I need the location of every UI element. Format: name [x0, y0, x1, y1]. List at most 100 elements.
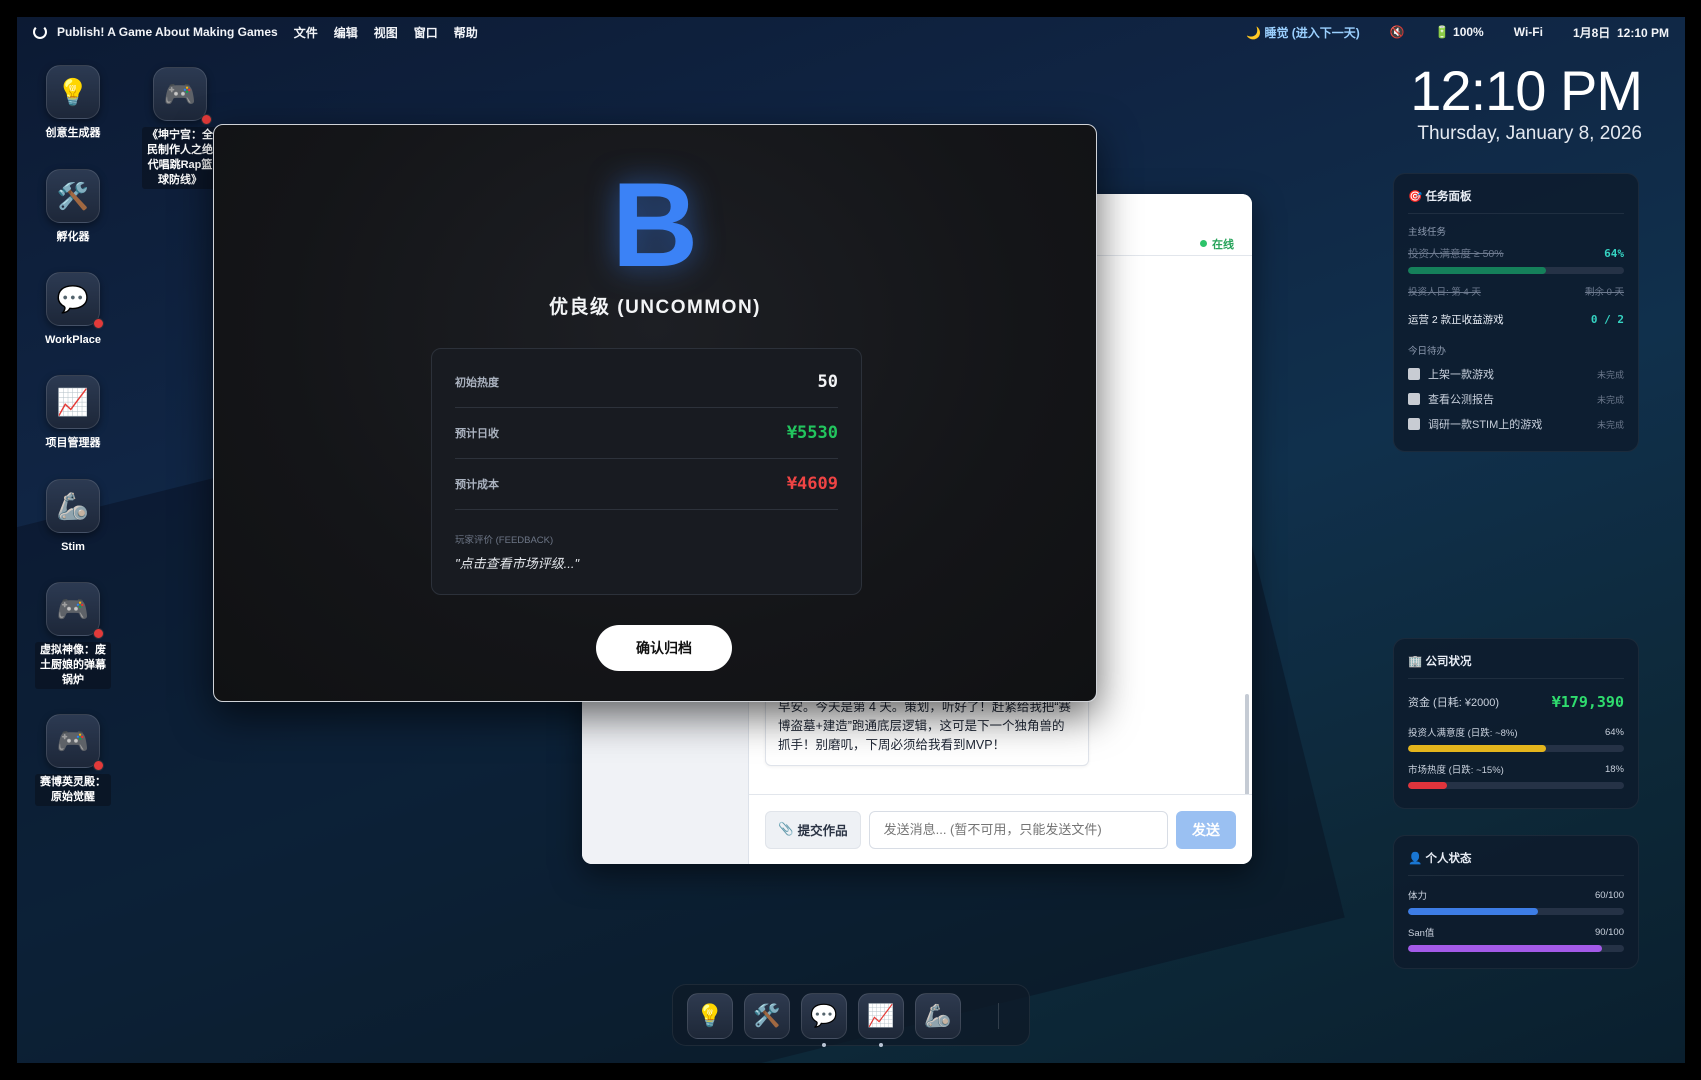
san-row: San值 90/100 — [1408, 926, 1624, 940]
todo-item[interactable]: 调研一款STIM上的游戏 未完成 — [1408, 416, 1624, 432]
menubar-date: 1月8日 12:10 PM — [1572, 25, 1669, 40]
gamepad-icon: 🎮 — [46, 714, 104, 771]
daily-revenue-row: 预计日收 ¥5530 — [455, 408, 838, 459]
desktop-icon-label: 创意生成器 — [45, 127, 101, 139]
running-indicator — [879, 1043, 883, 1047]
initial-heat-row: 初始热度 50 — [455, 357, 838, 408]
desktop-icon-game-3[interactable]: 🎮 《坤宁宫：全民制作人之绝代唱跳Rap篮球防线》 — [142, 67, 218, 189]
gamepad-icon: 🎮 — [46, 582, 104, 639]
desktop-icon-incubator[interactable]: 🛠️ 孵化器 — [35, 169, 111, 246]
clock-time: 12:10 PM — [1410, 59, 1643, 122]
dock-chart-icon[interactable]: 📈 — [858, 993, 904, 1039]
desktop-icon-label: 赛博英灵殿：原始觉醒 — [35, 774, 111, 806]
menubar: Publish! A Game About Making Games 文件 编辑… — [17, 17, 1685, 47]
company-status-widget: 🏢 公司状况 资金 (日耗: ¥2000) ¥179,390 投资人满意度 (日… — [1393, 638, 1639, 809]
grade-letter: B — [611, 158, 699, 292]
notification-badge — [201, 114, 212, 125]
market-heat-bar — [1408, 782, 1624, 789]
dock-separator — [998, 1003, 999, 1029]
menu-help[interactable]: 帮助 — [454, 24, 478, 41]
send-button[interactable]: 发送 — [1176, 810, 1236, 849]
chat-bubble-icon: 💬 — [46, 272, 104, 329]
desktop-icon-label: 孵化器 — [56, 231, 90, 243]
dock-tools-icon[interactable]: 🛠️ — [744, 993, 790, 1039]
desktop-icon-label: 《坤宁宫：全民制作人之绝代唱跳Rap篮球防线》 — [142, 127, 218, 189]
todo-checkbox[interactable] — [1408, 368, 1420, 380]
stamina-row: 体力 60/100 — [1408, 889, 1624, 903]
task-progress-bar — [1408, 267, 1624, 274]
desktop-icon-label: WorkPlace — [44, 334, 102, 346]
paperclip-icon: 📎 — [778, 822, 794, 836]
desktop-icon-label: 项目管理器 — [45, 437, 101, 449]
menubar-app-name[interactable]: Publish! A Game About Making Games — [57, 25, 278, 39]
desktop: Publish! A Game About Making Games 文件 编辑… — [17, 17, 1685, 1063]
stats-card: 初始热度 50 预计日收 ¥5530 预计成本 ¥4609 玩家评价 (FEED… — [431, 348, 862, 595]
mechanical-arm-icon: 🦾 — [46, 479, 100, 533]
dock: 💡 🛠️ 💬 📈 🦾 — [672, 984, 1030, 1047]
desktop-clock: 12:10 PM Thursday, January 8, 2026 — [1410, 59, 1643, 145]
submit-work-label: 提交作品 — [797, 824, 848, 838]
desktop-icon-game-1[interactable]: 🎮 虚拟神像：废土厨娘的弹幕锅炉 — [35, 582, 111, 689]
confirm-archive-button[interactable]: 确认归档 — [596, 625, 732, 671]
clock-date: Thursday, January 8, 2026 — [1417, 123, 1642, 144]
market-heat-row: 市场热度 (日跌: ~15%) 18% — [1408, 763, 1624, 777]
san-bar — [1408, 945, 1624, 952]
task-panel-widget: 🎯 任务面板 主线任务 投资人满意度 ≥ 50% 64% 投资人日: 第 4 天… — [1393, 173, 1639, 452]
feedback-link[interactable]: "点击查看市场评级..." — [455, 553, 838, 572]
task-profitable-games: 运营 2 款正收益游戏 0 / 2 — [1408, 313, 1624, 326]
desktop-icon-stim[interactable]: 🦾 Stim — [35, 479, 111, 556]
widget-title: 🏢 公司状况 — [1408, 653, 1624, 679]
estimated-cost-row: 预计成本 ¥4609 — [455, 459, 838, 510]
submit-work-button[interactable]: 📎 提交作品 — [765, 810, 861, 849]
menu-edit[interactable]: 编辑 — [334, 24, 358, 41]
desktop-icon-label: Stim — [61, 541, 85, 553]
desktop-icon-idea-generator[interactable]: 💡 创意生成器 — [35, 65, 111, 142]
funds-row: 资金 (日耗: ¥2000) ¥179,390 — [1408, 693, 1624, 711]
notification-badge — [93, 628, 104, 639]
menubar-status: 🌙 睡觉 (进入下一天) 🔇 🔋 100% Wi-Fi 1月8日 12:10 P… — [1216, 24, 1669, 41]
running-indicator — [822, 1043, 826, 1047]
sleep-next-day-button[interactable]: 🌙 睡觉 (进入下一天) — [1246, 24, 1360, 41]
desktop-icon-project-manager[interactable]: 📈 项目管理器 — [35, 375, 111, 452]
dock-chat-icon[interactable]: 💬 — [801, 993, 847, 1039]
menu-window[interactable]: 窗口 — [414, 24, 438, 41]
release-result-modal: B 优良级 (UNCOMMON) 初始热度 50 预计日收 ¥5530 预计成本… — [213, 124, 1097, 702]
rarity-label: 优良级 (UNCOMMON) — [548, 297, 762, 318]
task-investor-satisfaction: 投资人满意度 ≥ 50% 64% — [1408, 247, 1624, 260]
main-task-label: 主线任务 — [1408, 227, 1447, 238]
lightbulb-icon: 💡 — [46, 65, 100, 119]
dock-lightbulb-icon[interactable]: 💡 — [687, 993, 733, 1039]
todo-checkbox[interactable] — [1408, 393, 1420, 405]
app-logo-icon[interactable] — [33, 25, 47, 39]
task-investor-day: 投资人日: 第 4 天 剩余 0 天 — [1408, 287, 1624, 298]
chat-composer: 📎 提交作品 发送 — [749, 794, 1252, 864]
tools-icon: 🛠️ — [46, 169, 100, 223]
gamepad-icon: 🎮 — [153, 67, 212, 125]
todo-item[interactable]: 上架一款游戏 未完成 — [1408, 366, 1624, 382]
investor-satisfaction-row: 投资人满意度 (日跌: ~8%) 64% — [1408, 726, 1624, 740]
notification-badge — [93, 760, 104, 771]
online-status: 在线 — [1200, 236, 1234, 252]
desktop-icon-workplace[interactable]: 💬 WorkPlace — [35, 272, 111, 349]
battery-status: 🔋 100% — [1434, 25, 1484, 39]
feedback-label: 玩家评价 (FEEDBACK) — [455, 535, 554, 546]
investor-satisfaction-bar — [1408, 745, 1624, 752]
mute-icon[interactable]: 🔇 — [1390, 25, 1405, 39]
widget-title: 🎯 任务面板 — [1408, 188, 1624, 214]
todo-item[interactable]: 查看公测报告 未完成 — [1408, 391, 1624, 407]
personal-status-widget: 👤 个人状态 体力 60/100 San值 90/100 — [1393, 835, 1639, 969]
wifi-status[interactable]: Wi-Fi — [1514, 25, 1543, 39]
stamina-bar — [1408, 908, 1624, 915]
todo-checkbox[interactable] — [1408, 418, 1420, 430]
notification-badge — [93, 318, 104, 329]
dock-stim-icon[interactable]: 🦾 — [915, 993, 961, 1039]
today-todo-label: 今日待办 — [1408, 346, 1447, 357]
chat-scrollbar[interactable] — [1245, 694, 1249, 809]
widget-title: 👤 个人状态 — [1408, 850, 1624, 876]
chart-up-icon: 📈 — [46, 375, 100, 429]
menu-file[interactable]: 文件 — [294, 24, 318, 41]
message-input[interactable] — [868, 810, 1168, 849]
desktop-icon-label: 虚拟神像：废土厨娘的弹幕锅炉 — [35, 642, 111, 689]
menu-view[interactable]: 视图 — [374, 24, 398, 41]
desktop-icon-game-2[interactable]: 🎮 赛博英灵殿：原始觉醒 — [35, 714, 111, 806]
